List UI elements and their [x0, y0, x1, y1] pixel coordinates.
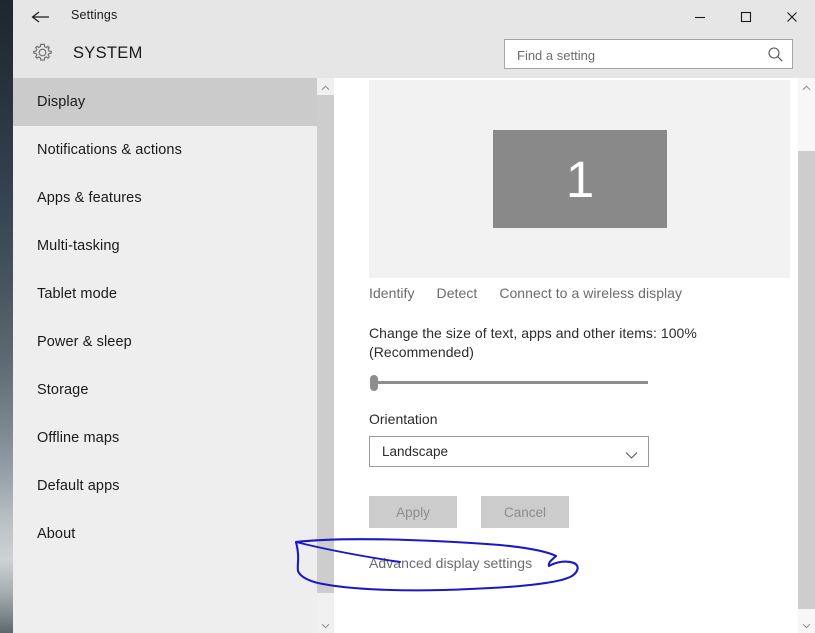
chevron-down-icon: [802, 616, 811, 633]
sidebar-item-label: Display: [37, 94, 85, 110]
detect-link[interactable]: Detect: [437, 285, 478, 301]
orientation-dropdown[interactable]: Landscape: [369, 436, 649, 467]
text-scaling-label: Change the size of text, apps and other …: [369, 324, 724, 362]
orientation-selected-value: Landscape: [382, 444, 448, 459]
maximize-button[interactable]: [723, 0, 769, 33]
sidebar-item-storage[interactable]: Storage: [13, 366, 317, 414]
desktop-wallpaper: [0, 0, 13, 633]
sidebar-item-label: Multi-tasking: [37, 238, 120, 254]
scroll-down-button[interactable]: [798, 616, 815, 633]
sidebar-item-label: About: [37, 526, 75, 542]
main-pane: 1 Identify Detect Connect to a wireless …: [334, 78, 798, 633]
monitor-thumbnail-1[interactable]: 1: [493, 130, 667, 228]
sidebar-scrollbar[interactable]: [317, 78, 334, 633]
sidebar-item-multi-tasking[interactable]: Multi-tasking: [13, 222, 317, 270]
sidebar-item-tablet-mode[interactable]: Tablet mode: [13, 270, 317, 318]
sidebar-item-label: Apps & features: [37, 190, 142, 206]
scroll-up-button[interactable]: [798, 78, 815, 95]
sidebar-item-notifications-actions[interactable]: Notifications & actions: [13, 126, 317, 174]
sidebar-nav: Display Notifications & actions Apps & f…: [13, 78, 317, 633]
sidebar-item-power-sleep[interactable]: Power & sleep: [13, 318, 317, 366]
search-input[interactable]: [515, 40, 764, 70]
connect-wireless-display-link[interactable]: Connect to a wireless display: [499, 285, 682, 301]
chevron-down-icon: [625, 447, 638, 456]
scroll-down-button[interactable]: [317, 616, 334, 633]
sidebar-item-offline-maps[interactable]: Offline maps: [13, 414, 317, 462]
window-controls: [677, 0, 815, 33]
slider-thumb[interactable]: [370, 375, 378, 391]
gear-icon: [30, 40, 55, 70]
search-box[interactable]: [504, 39, 793, 69]
sidebar-item-about[interactable]: About: [13, 510, 317, 558]
sidebar-item-label: Power & sleep: [37, 334, 132, 350]
scroll-thumb[interactable]: [798, 151, 815, 609]
sidebar-item-label: Storage: [37, 382, 89, 398]
title-bar: Settings: [13, 0, 815, 33]
cancel-button[interactable]: Cancel: [481, 496, 569, 528]
sidebar-item-default-apps[interactable]: Default apps: [13, 462, 317, 510]
apply-button[interactable]: Apply: [369, 496, 457, 528]
text-scaling-slider[interactable]: [368, 373, 648, 393]
advanced-display-settings-link[interactable]: Advanced display settings: [369, 555, 532, 571]
sidebar-item-apps-features[interactable]: Apps & features: [13, 174, 317, 222]
chevron-up-icon: [321, 78, 330, 96]
minimize-icon: [693, 10, 707, 24]
scroll-up-button[interactable]: [317, 78, 334, 95]
page-title: SYSTEM: [73, 44, 143, 63]
main-scrollbar[interactable]: [798, 78, 815, 633]
close-button[interactable]: [769, 0, 815, 33]
display-action-links: Identify Detect Connect to a wireless di…: [369, 285, 682, 301]
page-header: SYSTEM: [13, 33, 815, 78]
system-gear-button[interactable]: [23, 36, 61, 74]
monitor-number-label: 1: [566, 154, 594, 205]
slider-track: [375, 381, 648, 384]
back-arrow-icon: [30, 9, 52, 25]
scroll-thumb[interactable]: [317, 95, 334, 593]
close-icon: [785, 10, 799, 24]
display-preview-panel: 1: [369, 80, 790, 278]
sidebar-item-label: Default apps: [37, 478, 120, 494]
sidebar-item-display[interactable]: Display: [13, 78, 317, 126]
sidebar-item-label: Offline maps: [37, 430, 119, 446]
settings-window: Settings: [13, 0, 815, 633]
content-area: Display Notifications & actions Apps & f…: [13, 78, 815, 633]
settings-window-root: Settings: [0, 0, 815, 633]
window-title: Settings: [71, 8, 117, 22]
action-buttons: Apply Cancel: [369, 496, 569, 528]
chevron-down-icon: [321, 616, 330, 633]
chevron-up-icon: [802, 78, 811, 96]
identify-link[interactable]: Identify: [369, 285, 415, 301]
minimize-button[interactable]: [677, 0, 723, 33]
search-icon: [767, 46, 784, 63]
back-button[interactable]: [24, 2, 58, 32]
sidebar-item-label: Tablet mode: [37, 286, 117, 302]
orientation-label: Orientation: [369, 411, 437, 427]
maximize-icon: [739, 10, 753, 24]
sidebar-item-label: Notifications & actions: [37, 142, 182, 158]
